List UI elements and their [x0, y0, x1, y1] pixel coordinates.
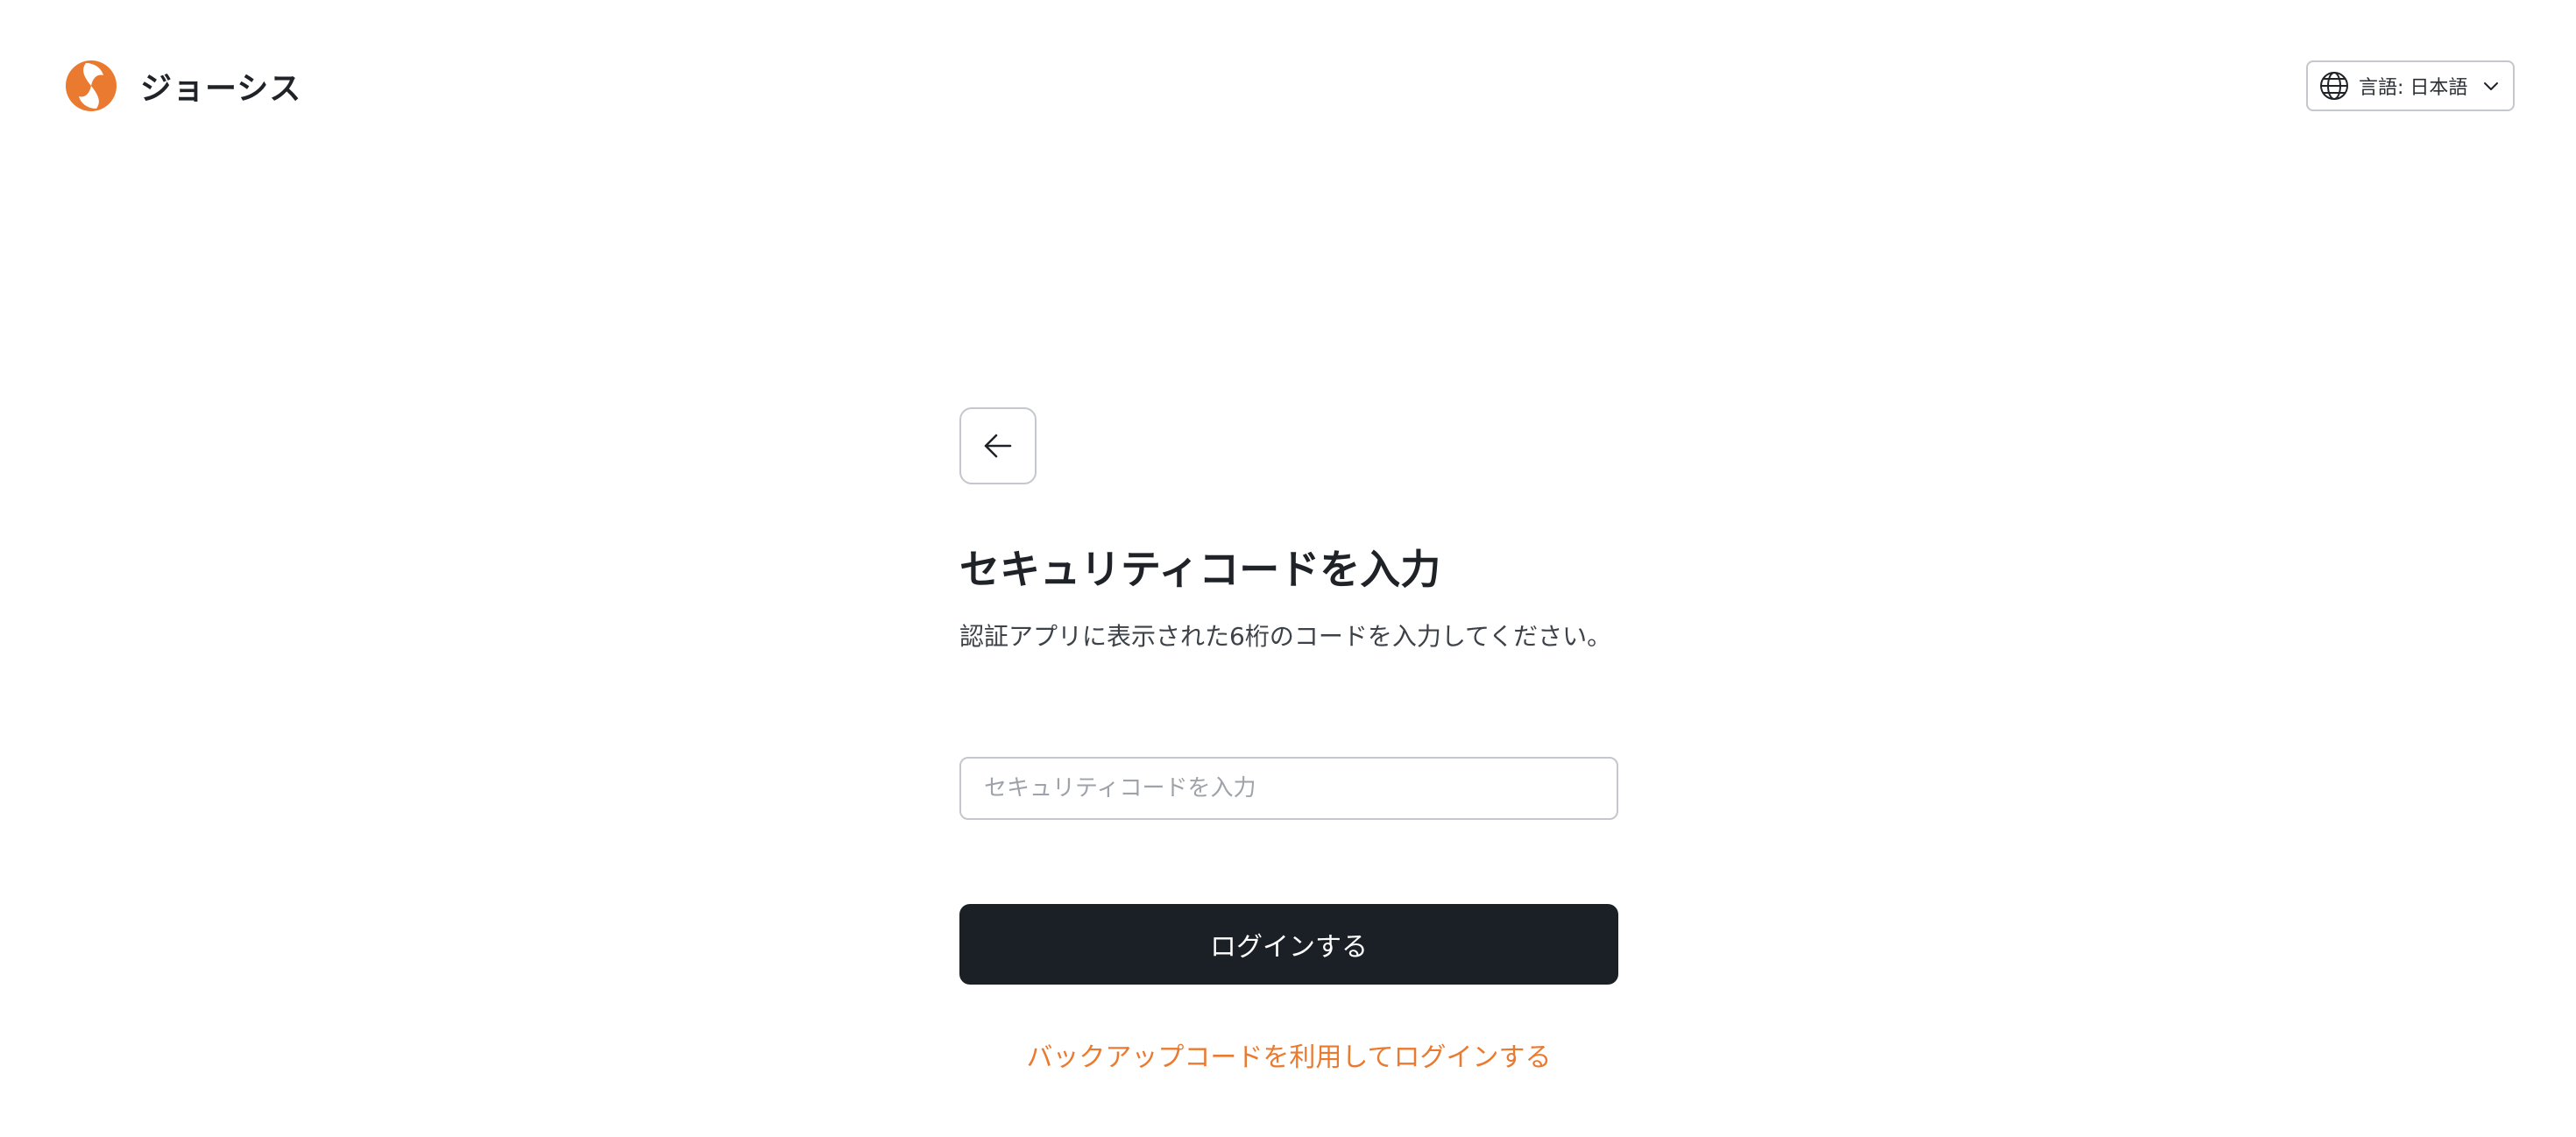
backup-code-login-link[interactable]: バックアップコードを利用してログインする [959, 1039, 1618, 1077]
language-selector-label: 言語: 日本語 | [2359, 77, 2474, 99]
page-description: 認証アプリに表示された6桁のコードを入力してください。 [959, 622, 1612, 651]
language-selector[interactable]: 言語: 日本語 | [2306, 60, 2515, 111]
globe-icon [2320, 72, 2348, 100]
login-button[interactable]: ログインする [959, 904, 1618, 985]
security-code-input[interactable] [959, 757, 1618, 820]
page-title: セキュリティコードを入力 [959, 546, 1441, 593]
brand-logo-icon [66, 60, 117, 111]
back-button[interactable] [959, 407, 1037, 484]
chevron-down-icon [2484, 82, 2498, 90]
brand-name: ジョーシス [140, 71, 302, 107]
brand: ジョーシス [65, 60, 301, 112]
arrow-left-icon [984, 434, 1012, 458]
